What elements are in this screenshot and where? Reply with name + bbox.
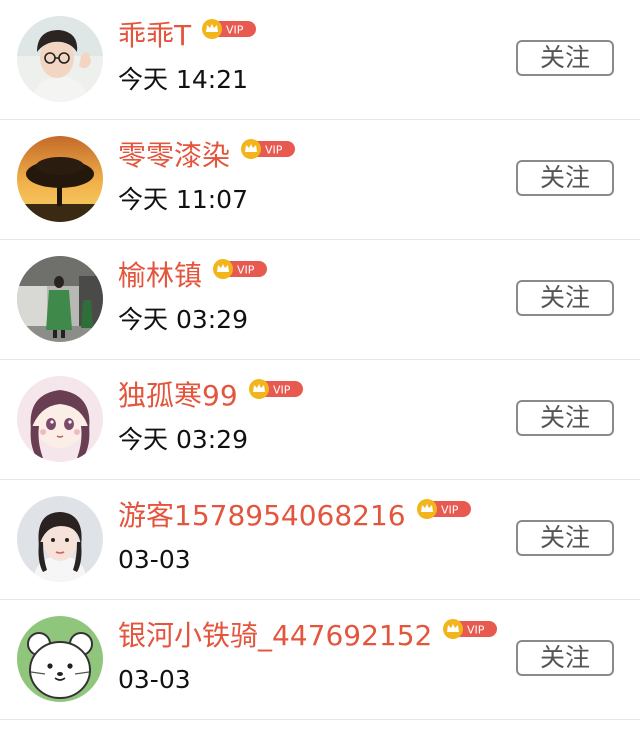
svg-text:VIP: VIP	[237, 264, 255, 277]
crown-icon: VIP	[248, 379, 303, 399]
crown-icon: VIP	[202, 19, 257, 39]
user-avatar[interactable]	[17, 616, 103, 702]
list-item[interactable]: 银河小铁骑_447692152 VIP 03-03 关注	[0, 600, 640, 720]
list-item[interactable]: 零零漆染 VIP 今天 11:07 关注	[0, 120, 640, 240]
vip-badge: VIP	[442, 618, 498, 640]
user-avatar[interactable]	[17, 256, 103, 342]
name-line: 乖乖T VIP	[118, 18, 257, 54]
name-line: 游客1578954068216 VIP	[118, 498, 472, 534]
user-avatar[interactable]	[17, 496, 103, 582]
crown-icon: VIP	[241, 139, 296, 159]
svg-text:VIP: VIP	[273, 384, 291, 397]
name-line: 独孤寒99 VIP	[118, 378, 304, 414]
user-avatar[interactable]	[17, 136, 103, 222]
user-name[interactable]: 银河小铁骑_447692152	[118, 618, 432, 654]
follower-list: 乖乖T VIP 今天 14:21 关注 零零漆染 VIP 今天 11:07 关注…	[0, 0, 640, 720]
user-name[interactable]: 独孤寒99	[118, 378, 238, 414]
crown-icon: VIP	[443, 619, 498, 639]
follow-button[interactable]: 关注	[516, 160, 614, 196]
follow-button[interactable]: 关注	[516, 40, 614, 76]
crown-icon: VIP	[213, 259, 268, 279]
list-item[interactable]: 独孤寒99 VIP 今天 03:29 关注	[0, 360, 640, 480]
svg-text:VIP: VIP	[467, 624, 485, 637]
vip-badge: VIP	[416, 498, 472, 520]
vip-badge: VIP	[212, 258, 268, 280]
user-avatar[interactable]	[17, 376, 103, 462]
follow-button[interactable]: 关注	[516, 520, 614, 556]
follow-time: 今天 11:07	[118, 185, 248, 214]
user-name[interactable]: 榆林镇	[118, 258, 202, 294]
list-item[interactable]: 榆林镇 VIP 今天 03:29 关注	[0, 240, 640, 360]
user-avatar[interactable]	[17, 16, 103, 102]
name-line: 银河小铁骑_447692152 VIP	[118, 618, 498, 654]
svg-text:VIP: VIP	[226, 24, 244, 37]
follow-time: 今天 14:21	[118, 65, 248, 94]
user-name[interactable]: 游客1578954068216	[118, 498, 406, 534]
follow-time: 03-03	[118, 545, 191, 574]
follow-button[interactable]: 关注	[516, 400, 614, 436]
follow-time: 今天 03:29	[118, 305, 248, 334]
vip-badge: VIP	[240, 138, 296, 160]
follow-button[interactable]: 关注	[516, 280, 614, 316]
follow-button[interactable]: 关注	[516, 640, 614, 676]
name-line: 零零漆染 VIP	[118, 138, 296, 174]
crown-icon: VIP	[416, 499, 471, 519]
user-name[interactable]: 乖乖T	[118, 18, 191, 54]
vip-badge: VIP	[201, 18, 257, 40]
svg-text:VIP: VIP	[265, 144, 283, 157]
vip-badge: VIP	[248, 378, 304, 400]
follow-time: 今天 03:29	[118, 425, 248, 454]
follow-time: 03-03	[118, 665, 191, 694]
svg-text:VIP: VIP	[441, 504, 459, 517]
list-item[interactable]: 游客1578954068216 VIP 03-03 关注	[0, 480, 640, 600]
user-name[interactable]: 零零漆染	[118, 138, 230, 174]
name-line: 榆林镇 VIP	[118, 258, 268, 294]
list-item[interactable]: 乖乖T VIP 今天 14:21 关注	[0, 0, 640, 120]
